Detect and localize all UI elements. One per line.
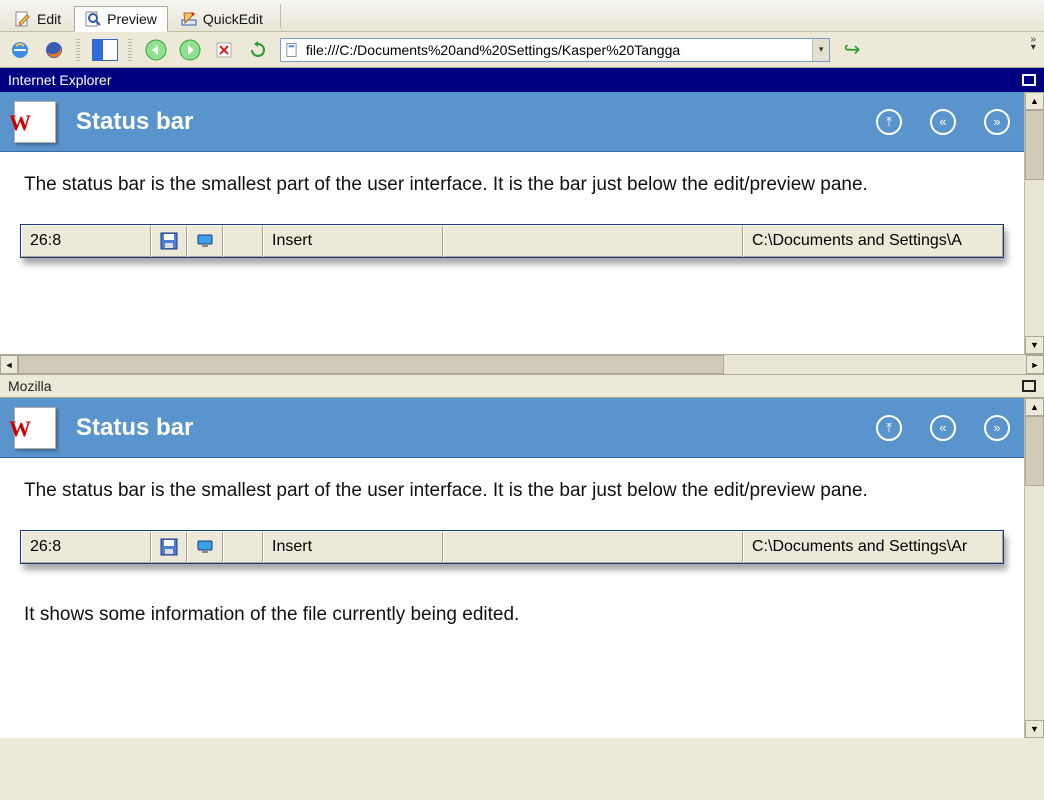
pencil-icon [15, 11, 31, 27]
page-header: W Status bar ⤒ « » [0, 92, 1024, 152]
scroll-down-icon[interactable]: ▼ [1025, 720, 1044, 738]
toolbar-overflow[interactable]: »▾ [1030, 36, 1036, 52]
vertical-scrollbar[interactable]: ▲ ▼ [1024, 92, 1044, 354]
status-empty-1 [223, 225, 263, 257]
tab-edit[interactable]: Edit [4, 6, 72, 32]
browser-title-ie: Internet Explorer [0, 68, 1044, 92]
statusbar-example: 26:8 Insert C:\Documents and Settings\Ar [20, 530, 1004, 564]
preview-pane-mozilla: W Status bar ⤒ « » The status bar is the… [0, 398, 1024, 738]
tab-quickedit[interactable]: QuickEdit [170, 6, 274, 32]
status-path: C:\Documents and Settings\Ar [743, 531, 1003, 563]
body-text: The status bar is the smallest part of t… [0, 458, 1024, 514]
scroll-thumb[interactable] [1025, 416, 1044, 486]
page-header: W Status bar ⤒ « » [0, 398, 1024, 458]
statusbar-example: 26:8 Insert C:\Documents and Settings\A [20, 224, 1004, 258]
scroll-down-icon[interactable]: ▼ [1025, 336, 1044, 354]
horizontal-scrollbar[interactable]: ◄ ► [0, 354, 1044, 374]
scroll-up-icon[interactable]: ▲ [1025, 92, 1044, 110]
back-button[interactable] [144, 38, 168, 62]
scroll-up-icon[interactable]: ▲ [1025, 398, 1044, 416]
maximize-icon[interactable] [1022, 74, 1036, 86]
tab-edit-label: Edit [37, 11, 61, 27]
body-text: The status bar is the smallest part of t… [0, 152, 1024, 208]
browser-title-mozilla: Mozilla [0, 374, 1044, 398]
maximize-icon[interactable] [1022, 380, 1036, 392]
scroll-left-icon[interactable]: ◄ [0, 355, 18, 374]
body-extra: It shows some information of the file cu… [0, 574, 1024, 638]
preview-pane-ie: W Status bar ⤒ « » The status bar is the… [0, 92, 1024, 354]
browser-label: Mozilla [8, 378, 52, 394]
prev-button[interactable]: « [930, 415, 956, 441]
firefox-icon[interactable] [42, 38, 66, 62]
magnifier-icon [85, 11, 101, 27]
status-save-icon [151, 531, 187, 563]
page-title: Status bar [76, 414, 848, 442]
tab-quickedit-label: QuickEdit [203, 11, 263, 27]
status-save-icon [151, 225, 187, 257]
browser-label: Internet Explorer [8, 72, 112, 88]
hscroll-thumb[interactable] [18, 355, 724, 374]
status-position: 26:8 [21, 225, 151, 257]
ruler-pencil-icon [181, 11, 197, 27]
address-input[interactable] [304, 41, 812, 59]
doc-icon: W [14, 407, 56, 449]
status-mode: Insert [263, 225, 443, 257]
tab-preview-label: Preview [107, 11, 157, 27]
tab-preview[interactable]: Preview [74, 6, 168, 32]
status-monitor-icon [187, 225, 223, 257]
scroll-thumb[interactable] [1025, 110, 1044, 180]
status-empty-2 [443, 531, 743, 563]
vertical-scrollbar[interactable]: ▲ ▼ [1024, 398, 1044, 738]
mode-tabs: Edit Preview QuickEdit [0, 0, 1044, 32]
status-mode: Insert [263, 531, 443, 563]
forward-button[interactable] [178, 38, 202, 62]
tab-separator [280, 4, 281, 28]
next-button[interactable]: » [984, 415, 1010, 441]
toolbar: ▾ ↪ »▾ [0, 32, 1044, 68]
prev-button[interactable]: « [930, 109, 956, 135]
next-button[interactable]: » [984, 109, 1010, 135]
collapse-up-button[interactable]: ⤒ [876, 415, 902, 441]
toolbar-grip-2[interactable] [128, 39, 132, 61]
go-button[interactable]: ↪ [840, 38, 864, 62]
status-empty-2 [443, 225, 743, 257]
status-empty-1 [223, 531, 263, 563]
address-dropdown[interactable]: ▾ [812, 39, 829, 61]
doc-icon: W [14, 101, 56, 143]
page-icon [285, 42, 300, 58]
page-title: Status bar [76, 108, 848, 136]
status-path: C:\Documents and Settings\A [743, 225, 1003, 257]
collapse-up-button[interactable]: ⤒ [876, 109, 902, 135]
address-bar: ▾ [280, 38, 830, 62]
stop-button[interactable] [212, 38, 236, 62]
split-view-button[interactable] [92, 39, 118, 61]
scroll-right-icon[interactable]: ► [1026, 355, 1044, 374]
ie-icon[interactable] [8, 38, 32, 62]
refresh-button[interactable] [246, 38, 270, 62]
status-monitor-icon [187, 531, 223, 563]
toolbar-grip[interactable] [76, 39, 80, 61]
status-position: 26:8 [21, 531, 151, 563]
